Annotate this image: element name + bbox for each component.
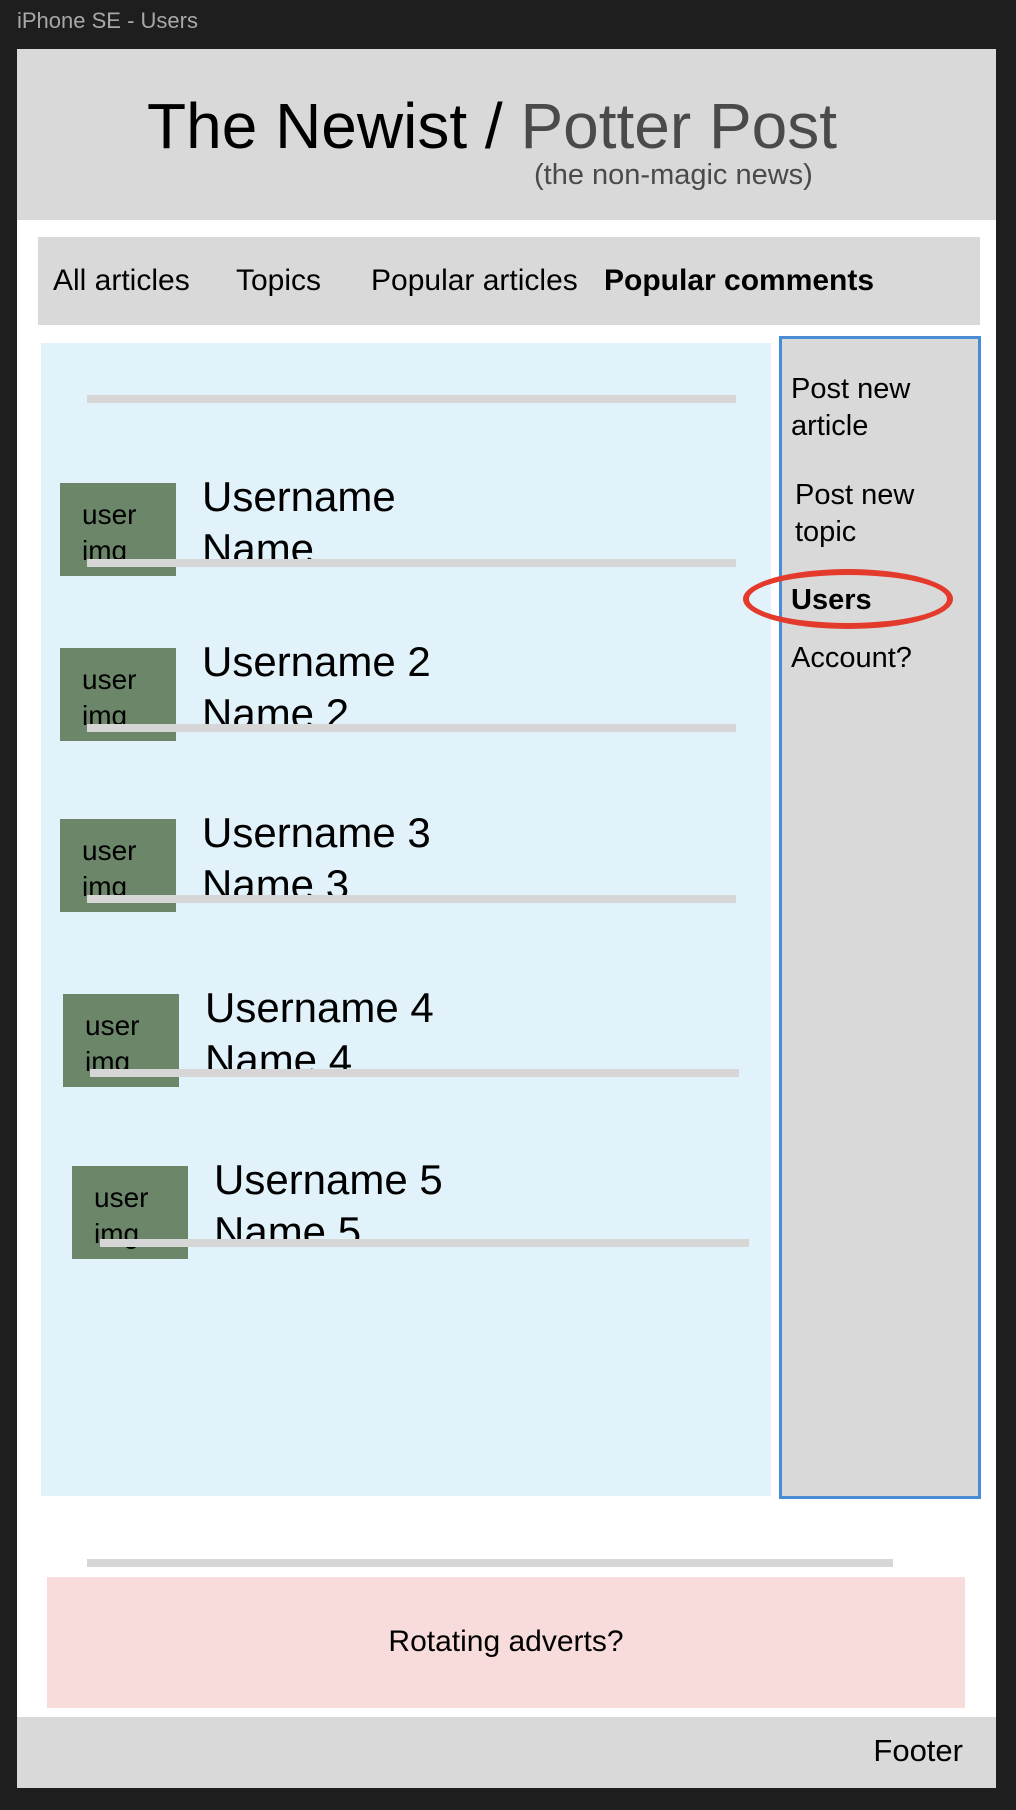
footer-text: Footer — [873, 1733, 963, 1768]
site-subtitle: (the non-magic news) — [534, 159, 813, 191]
user-username: Username 4 — [205, 984, 434, 1031]
user-name: Name — [202, 525, 315, 572]
main-nav: All articles Topics Popular articles Pop… — [38, 237, 980, 325]
nav-all-articles[interactable]: All articles — [53, 264, 190, 298]
divider — [87, 1559, 893, 1567]
user-name: Name 3 — [202, 861, 350, 908]
site-header: The Newist / Potter Post (the non-magic … — [17, 49, 996, 220]
ads-banner[interactable]: Rotating adverts? — [47, 1577, 965, 1708]
sidebar-post-new-article[interactable]: Post new article — [791, 371, 971, 445]
divider — [87, 559, 736, 567]
sidebar-post-new-topic[interactable]: Post new topic — [795, 477, 975, 551]
divider — [87, 724, 736, 732]
user-username: Username 2 — [202, 638, 431, 685]
footer: Footer — [17, 1717, 996, 1788]
nav-popular-articles[interactable]: Popular articles — [371, 264, 578, 298]
sidebar-users[interactable]: Users — [791, 582, 971, 619]
user-username: Username — [202, 473, 396, 520]
user-name: Name 2 — [202, 690, 350, 737]
divider — [100, 1239, 749, 1247]
site-title-secondary: Potter Post — [520, 90, 838, 162]
site-title-primary: The Newist / — [147, 90, 521, 162]
sidebar: Post new article Post new topic Users Ac… — [779, 336, 981, 1499]
user-username: Username 5 — [214, 1156, 443, 1203]
users-list: user img Username Name user img Username… — [41, 343, 771, 1496]
divider — [87, 895, 736, 903]
ads-text: Rotating adverts? — [388, 1625, 624, 1658]
user-name: Name 5 — [214, 1208, 362, 1255]
user-username: Username 3 — [202, 809, 431, 856]
sidebar-account[interactable]: Account? — [791, 640, 971, 677]
frame-title: iPhone SE - Users — [17, 8, 198, 33]
divider — [87, 395, 736, 403]
user-name: Name 4 — [205, 1036, 353, 1083]
nav-topics[interactable]: Topics — [236, 264, 321, 298]
phone-frame: The Newist / Potter Post (the non-magic … — [17, 49, 996, 1788]
site-title: The Newist / Potter Post — [147, 89, 837, 163]
nav-popular-comments[interactable]: Popular comments — [604, 264, 874, 298]
divider — [90, 1069, 739, 1077]
